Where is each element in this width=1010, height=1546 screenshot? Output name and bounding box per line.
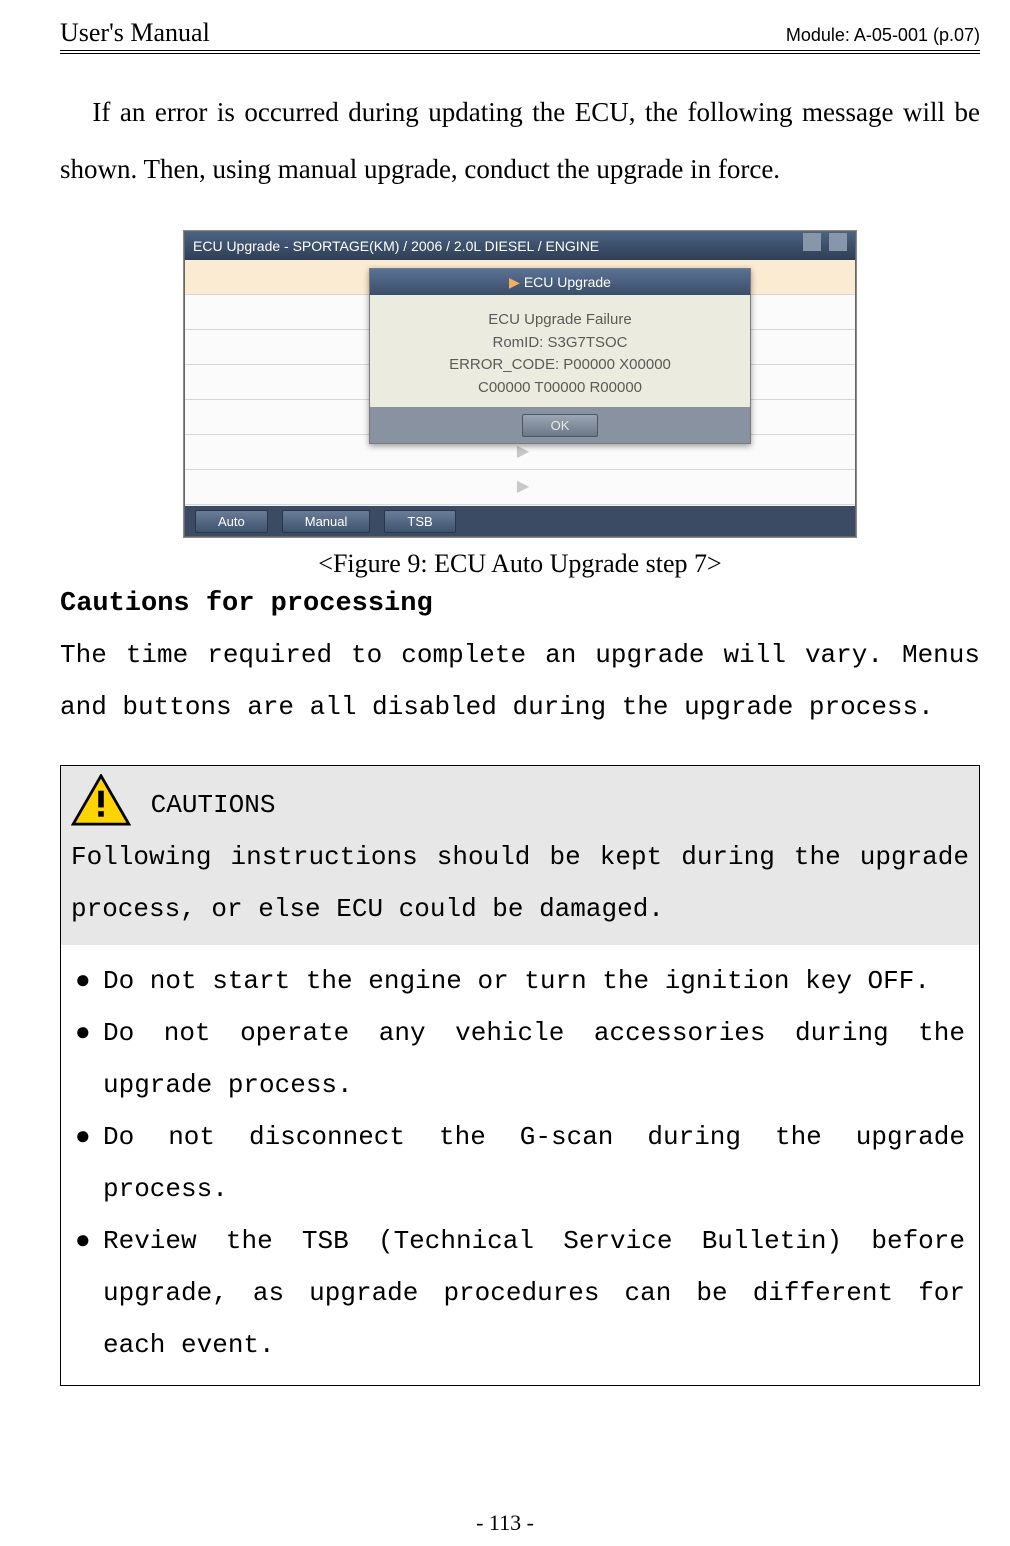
home-icon[interactable] [803, 233, 821, 251]
tab-auto[interactable]: Auto [195, 510, 268, 533]
dialog-line: ECU Upgrade Failure [376, 309, 744, 332]
header-right: Module: A-05-001 (p.07) [786, 25, 980, 46]
camera-icon[interactable] [829, 233, 847, 251]
ok-button[interactable]: OK [522, 414, 599, 437]
titlebar-icons [799, 232, 847, 260]
bullet-icon: ● [75, 1111, 103, 1215]
dialog-buttons: OK [370, 407, 750, 443]
dialog-title-text: ECU Upgrade [524, 274, 611, 290]
triangle-icon: ▶ [517, 478, 529, 495]
caution-item-text: Review the TSB (Technical Service Bullet… [103, 1215, 965, 1371]
tab-manual[interactable]: Manual [282, 510, 371, 533]
bullet-icon: ● [75, 1215, 103, 1371]
page-header: User's Manual Module: A-05-001 (p.07) [60, 18, 980, 54]
caution-item: ●Do not operate any vehicle accessories … [75, 1007, 965, 1111]
caution-item-text: Do not disconnect the G-scan during the … [103, 1111, 965, 1215]
screenshot-title-text: ECU Upgrade - SPORTAGE(KM) / 2006 / 2.0L… [193, 232, 599, 260]
caution-item: ●Review the TSB (Technical Service Bulle… [75, 1215, 965, 1371]
dialog-body: ECU Upgrade Failure RomID: S3G7TSOC ERRO… [370, 295, 750, 407]
caution-item: ●Do not start the engine or turn the ign… [75, 955, 965, 1007]
caution-box: CAUTIONS Following instructions should b… [60, 765, 980, 1386]
header-left: User's Manual [60, 18, 210, 48]
section-heading: Cautions for processing [60, 589, 980, 619]
list-item: ▶ [185, 470, 855, 505]
screenshot: ECU Upgrade - SPORTAGE(KM) / 2006 / 2.0L… [184, 231, 856, 537]
dialog-line: RomID: S3G7TSOC [376, 332, 744, 355]
dialog-line: ERROR_CODE: P00000 X00000 [376, 354, 744, 377]
page-footer: - 113 - [0, 1510, 1010, 1536]
caution-item: ●Do not disconnect the G-scan during the… [75, 1111, 965, 1215]
section-body: The time required to complete an upgrade… [60, 629, 980, 733]
intro-paragraph: If an error is occurred during updating … [60, 84, 980, 197]
triangle-icon: ▶ [517, 443, 529, 460]
screenshot-tabs: Auto Manual TSB [185, 506, 855, 536]
caution-intro: Following instructions should be kept du… [71, 842, 969, 924]
bullet-icon: ● [75, 1007, 103, 1111]
dialog-line: C00000 T00000 R00000 [376, 377, 744, 400]
dialog-titlebar: ▶ECU Upgrade [370, 269, 750, 295]
caution-item-text: Do not start the engine or turn the igni… [103, 955, 965, 1007]
caution-header: CAUTIONS Following instructions should b… [61, 766, 979, 945]
caution-item-text: Do not operate any vehicle accessories d… [103, 1007, 965, 1111]
dialog: ▶ECU Upgrade ECU Upgrade Failure RomID: … [369, 268, 751, 444]
figure-caption: <Figure 9: ECU Auto Upgrade step 7> [60, 549, 980, 579]
bullet-icon: ● [75, 955, 103, 1007]
triangle-icon: ▶ [509, 274, 520, 290]
screenshot-titlebar: ECU Upgrade - SPORTAGE(KM) / 2006 / 2.0L… [185, 232, 855, 260]
caution-label: CAUTIONS [151, 790, 276, 820]
caution-list: ●Do not start the engine or turn the ign… [61, 945, 979, 1385]
figure: ECU Upgrade - SPORTAGE(KM) / 2006 / 2.0L… [60, 231, 980, 579]
warning-icon [71, 774, 131, 826]
tab-tsb[interactable]: TSB [384, 510, 455, 533]
page: User's Manual Module: A-05-001 (p.07) If… [0, 0, 1010, 1546]
